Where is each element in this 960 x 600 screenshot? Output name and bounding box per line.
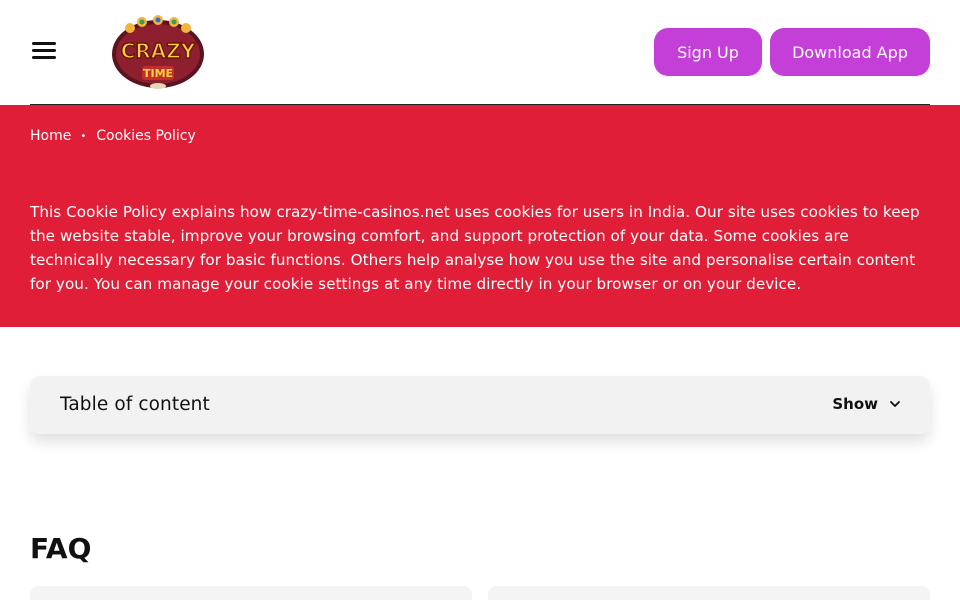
download-app-button[interactable]: Download App bbox=[770, 28, 930, 76]
breadcrumb-separator: • bbox=[80, 130, 87, 142]
hero-banner: Home • Cookies Policy This Cookie Policy… bbox=[0, 105, 960, 327]
toc-toggle-label: Show bbox=[832, 395, 878, 413]
chevron-down-icon bbox=[890, 400, 900, 407]
toc-show-toggle[interactable]: Show bbox=[832, 395, 900, 413]
faq-heading: FAQ bbox=[30, 532, 92, 565]
breadcrumb: Home • Cookies Policy bbox=[30, 128, 196, 144]
breadcrumb-home-link[interactable]: Home bbox=[30, 128, 71, 144]
faq-item[interactable] bbox=[30, 586, 472, 600]
svg-text:CRAZY: CRAZY bbox=[121, 39, 196, 63]
site-header: CRAZY TIME Sign Up Download App bbox=[0, 0, 960, 105]
breadcrumb-current: Cookies Policy bbox=[96, 128, 196, 144]
sign-up-button[interactable]: Sign Up bbox=[654, 28, 762, 76]
crazy-time-logo[interactable]: CRAZY TIME bbox=[108, 14, 208, 90]
svg-text:TIME: TIME bbox=[143, 67, 173, 80]
toc-title: Table of content bbox=[60, 394, 210, 415]
cookie-policy-intro: This Cookie Policy explains how crazy-ti… bbox=[30, 203, 920, 293]
faq-item[interactable] bbox=[488, 586, 930, 600]
table-of-content[interactable]: Table of content Show bbox=[30, 376, 930, 434]
hamburger-menu-icon[interactable] bbox=[32, 42, 58, 62]
